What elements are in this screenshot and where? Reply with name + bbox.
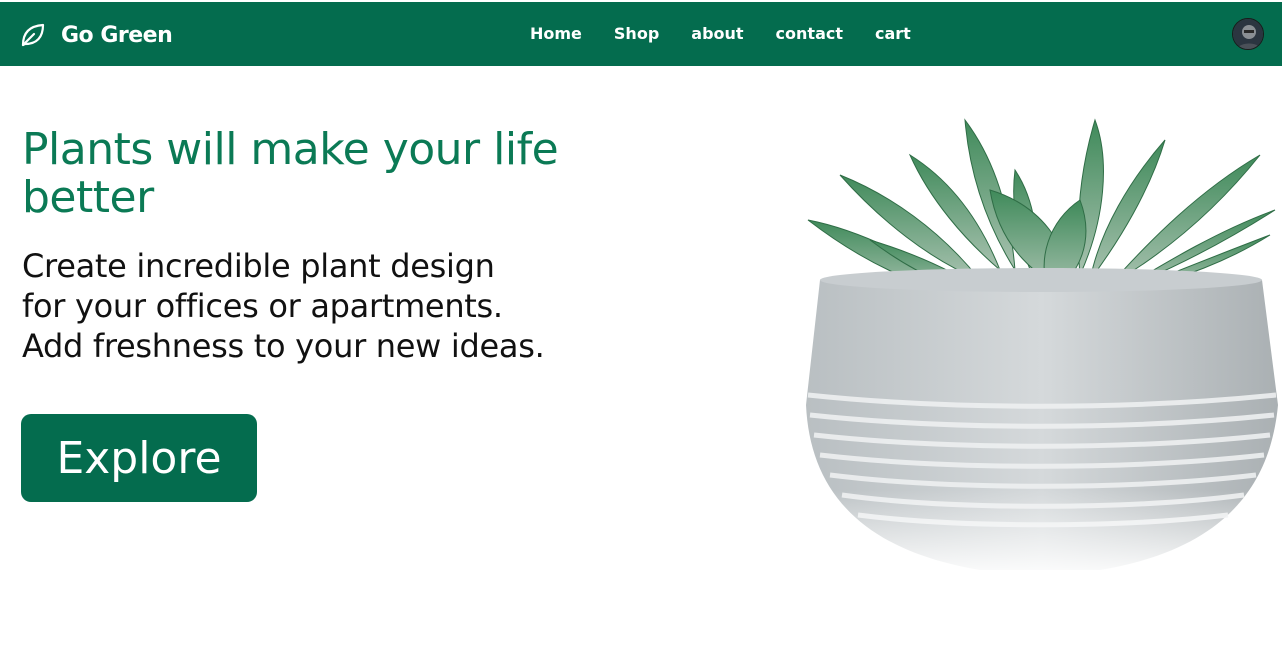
nav-link-shop[interactable]: Shop bbox=[614, 24, 659, 43]
explore-button[interactable]: Explore bbox=[21, 414, 257, 502]
main-nav: Home Shop about contact cart bbox=[530, 24, 943, 43]
nav-link-cart[interactable]: cart bbox=[875, 24, 911, 43]
nav-link-home[interactable]: Home bbox=[530, 24, 582, 43]
hero-description: Create incredible plant design for your … bbox=[22, 246, 662, 366]
hero-description-line: Add freshness to your new ideas. bbox=[22, 327, 545, 365]
brand-logo[interactable]: Go Green bbox=[19, 20, 173, 50]
top-navbar: Go Green Home Shop about contact cart bbox=[0, 2, 1282, 66]
hero-description-line: Create incredible plant design bbox=[22, 247, 495, 285]
leaf-icon bbox=[19, 21, 47, 49]
hero-title: Plants will make your life better bbox=[22, 124, 559, 223]
hero-description-line: for your offices or apartments. bbox=[22, 287, 503, 325]
brand-name: Go Green bbox=[61, 22, 173, 48]
nav-link-about[interactable]: about bbox=[691, 24, 743, 43]
nav-link-contact[interactable]: contact bbox=[776, 24, 843, 43]
plant-image bbox=[800, 110, 1282, 580]
user-avatar[interactable] bbox=[1232, 18, 1264, 50]
